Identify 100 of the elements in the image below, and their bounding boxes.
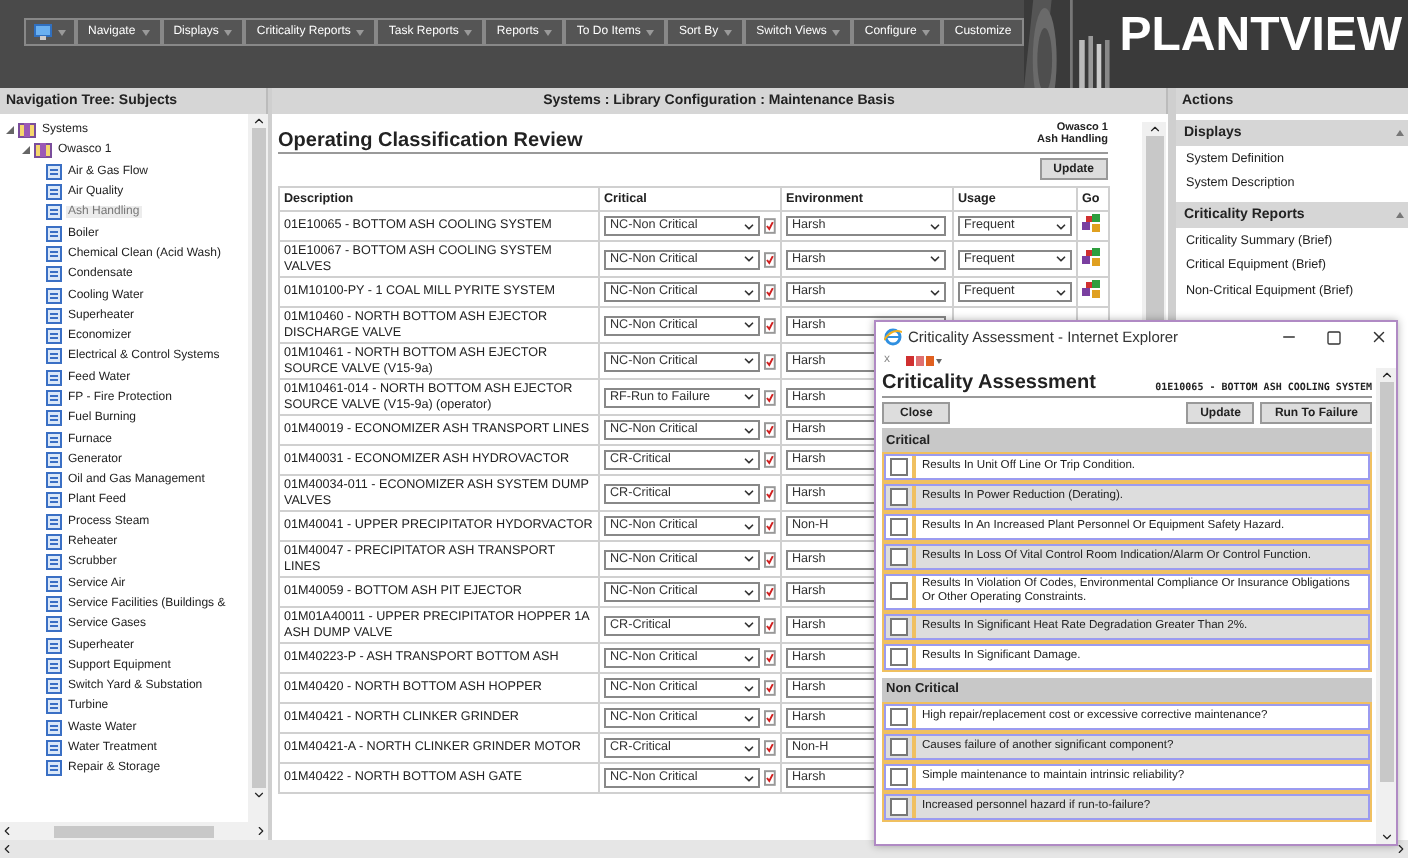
note-icon[interactable] xyxy=(764,584,776,600)
go-icon[interactable] xyxy=(1082,214,1102,233)
toolbar-icon[interactable] xyxy=(906,355,942,365)
scroll-up-icon[interactable] xyxy=(1379,368,1393,382)
collapse-icon[interactable] xyxy=(1396,130,1404,136)
chevron-icon xyxy=(742,711,757,725)
document-icon xyxy=(46,163,62,180)
scroll-down-icon[interactable] xyxy=(251,788,265,802)
go-icon[interactable] xyxy=(1082,247,1102,266)
note-icon[interactable] xyxy=(764,518,776,534)
document-icon xyxy=(46,740,62,757)
maximize-icon[interactable] xyxy=(1326,329,1342,345)
document-icon xyxy=(46,616,62,633)
scroll-right-icon[interactable] xyxy=(1394,842,1408,856)
document-icon xyxy=(46,575,62,592)
note-icon[interactable] xyxy=(764,710,776,726)
document-icon xyxy=(46,225,62,242)
page-title: Operating Classification Review xyxy=(278,128,583,152)
checkbox[interactable] xyxy=(889,548,907,566)
checkbox[interactable] xyxy=(889,737,907,756)
close-icon[interactable] xyxy=(1370,328,1388,346)
document-icon xyxy=(46,637,62,654)
expander-icon[interactable] xyxy=(6,126,14,135)
checkbox[interactable] xyxy=(889,797,907,816)
chevron-icon xyxy=(742,354,757,368)
chevron-icon xyxy=(742,552,757,566)
expander-icon[interactable] xyxy=(22,146,30,155)
chevron-icon xyxy=(742,486,757,500)
document-icon xyxy=(46,410,62,427)
checkbox[interactable] xyxy=(889,647,907,666)
chevron-icon xyxy=(742,423,757,437)
scrollbar[interactable] xyxy=(1376,368,1396,844)
note-icon[interactable] xyxy=(764,422,776,438)
caret-icon xyxy=(464,29,473,35)
note-icon[interactable] xyxy=(764,284,776,300)
document-icon xyxy=(46,245,62,262)
note-icon[interactable] xyxy=(764,617,776,633)
document-icon xyxy=(46,204,62,221)
document-icon xyxy=(46,513,62,530)
chevron-icon xyxy=(1054,219,1068,233)
checkbox[interactable] xyxy=(889,617,907,636)
note-icon[interactable] xyxy=(764,353,776,369)
note-icon[interactable] xyxy=(764,680,776,696)
chevron-icon xyxy=(742,681,757,695)
checkbox[interactable] xyxy=(889,767,907,786)
document-icon xyxy=(46,472,62,489)
chevron-icon xyxy=(742,519,757,533)
document-icon xyxy=(46,369,62,386)
document-icon xyxy=(46,492,62,509)
app-menu-button[interactable] xyxy=(24,18,76,46)
note-icon[interactable] xyxy=(764,770,776,786)
chevron-icon xyxy=(742,585,757,599)
note-icon[interactable] xyxy=(764,389,776,405)
chevron-icon xyxy=(928,285,942,299)
note-icon[interactable] xyxy=(764,551,776,567)
note-icon[interactable] xyxy=(764,218,776,234)
note-icon[interactable] xyxy=(764,452,776,468)
scroll-right-icon[interactable] xyxy=(254,824,268,838)
go-icon[interactable] xyxy=(1082,280,1102,299)
caret-icon xyxy=(356,29,365,35)
caret-icon xyxy=(141,29,150,35)
chevron-icon xyxy=(1054,285,1068,299)
document-icon xyxy=(46,431,62,448)
note-icon[interactable] xyxy=(764,740,776,756)
logo: PLANTVIEW xyxy=(1117,6,1405,64)
scrollbar[interactable] xyxy=(248,114,268,822)
document-icon xyxy=(46,348,62,365)
scroll-up-icon[interactable] xyxy=(251,114,265,128)
chevron-icon xyxy=(742,618,757,632)
caret-icon xyxy=(922,29,931,35)
document-icon xyxy=(46,534,62,551)
checkbox[interactable] xyxy=(889,518,907,536)
chevron-icon xyxy=(742,285,757,299)
chevron-icon xyxy=(928,219,942,233)
note-icon[interactable] xyxy=(764,650,776,666)
checkbox[interactable] xyxy=(889,458,907,476)
caret-icon xyxy=(544,29,553,35)
note-icon[interactable] xyxy=(764,485,776,501)
browser-icon xyxy=(884,328,902,346)
checkbox[interactable] xyxy=(889,582,907,601)
monitor-icon xyxy=(34,24,52,40)
document-icon xyxy=(46,287,62,304)
checkbox[interactable] xyxy=(889,488,907,506)
scroll-up-icon[interactable] xyxy=(1147,122,1161,136)
scroll-down-icon[interactable] xyxy=(1379,830,1393,844)
horizontal-scrollbar[interactable] xyxy=(0,822,268,840)
caret-icon xyxy=(224,29,233,35)
collapse-icon[interactable] xyxy=(1396,212,1404,218)
document-icon xyxy=(46,184,62,201)
document-icon xyxy=(46,390,62,406)
caret-icon xyxy=(832,29,841,35)
note-icon[interactable] xyxy=(764,317,776,333)
document-icon xyxy=(46,595,62,612)
chevron-icon xyxy=(742,390,757,404)
document-icon xyxy=(46,657,62,674)
chevron-icon xyxy=(742,741,757,755)
caret-icon xyxy=(58,29,66,35)
note-icon[interactable] xyxy=(764,251,776,267)
checkbox[interactable] xyxy=(889,707,907,726)
chevron-icon xyxy=(928,252,942,266)
